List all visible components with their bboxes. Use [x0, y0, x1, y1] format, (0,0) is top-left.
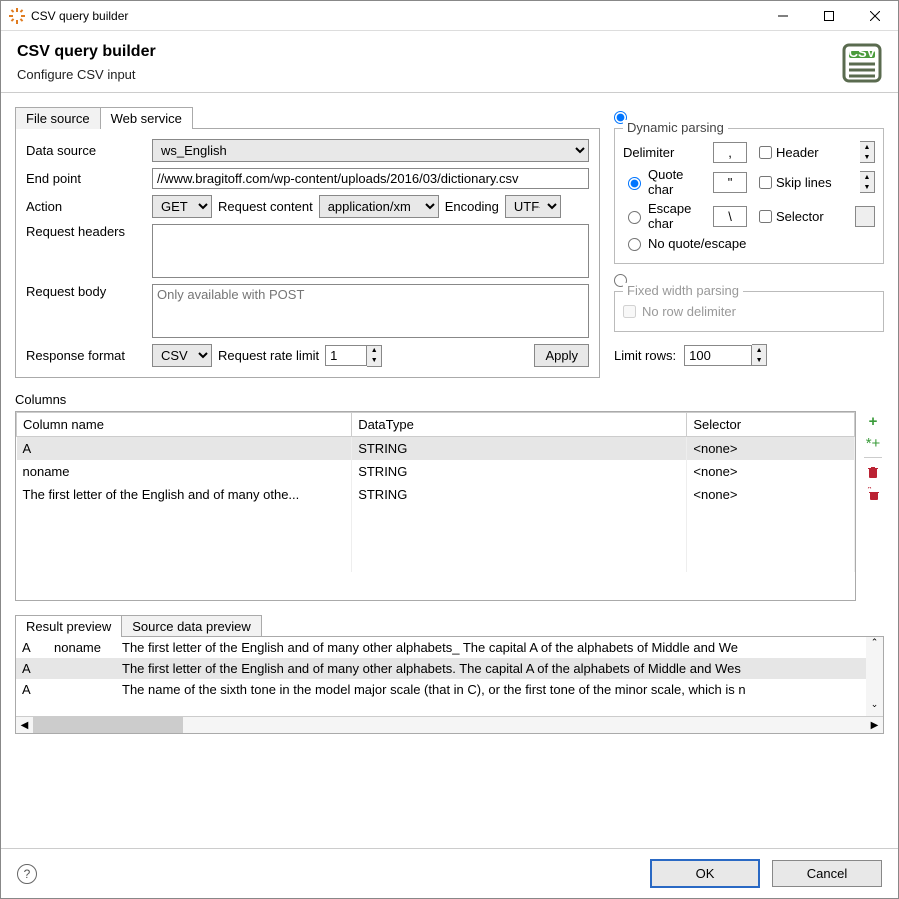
skip-label: Skip lines	[776, 175, 832, 190]
page-title: CSV query builder	[17, 43, 156, 61]
data-source-label: Data source	[26, 143, 146, 158]
request-body-label: Request body	[26, 284, 146, 299]
dynamic-parsing-legend: Dynamic parsing	[623, 120, 728, 135]
request-content-select[interactable]: application/xm	[319, 195, 439, 218]
rate-up-button[interactable]: ▲	[367, 346, 381, 356]
no-quote-label: No quote/escape	[648, 236, 746, 251]
app-icon	[9, 8, 25, 24]
no-row-delim-label: No row delimiter	[642, 304, 736, 319]
quote-label: Quote char	[648, 167, 707, 197]
maximize-button[interactable]	[806, 1, 852, 30]
limit-down[interactable]: ▼	[752, 355, 766, 365]
col-header-type[interactable]: DataType	[352, 413, 687, 437]
selector-input	[855, 206, 875, 227]
quote-radio[interactable]	[628, 177, 641, 190]
request-body-textarea	[152, 284, 589, 338]
selector-label: Selector	[776, 209, 824, 224]
table-row: ASTRING<none>	[17, 437, 855, 461]
tab-web-service[interactable]: Web service	[100, 107, 193, 129]
col-header-name[interactable]: Column name	[17, 413, 352, 437]
action-select[interactable]: GET	[152, 195, 212, 218]
delimiter-label: Delimiter	[623, 145, 707, 160]
skip-checkbox[interactable]	[759, 176, 772, 189]
table-row: AThe name of the sixth tone in the model…	[16, 679, 883, 700]
encoding-select[interactable]: UTF-	[505, 195, 561, 218]
apply-button[interactable]: Apply	[534, 344, 589, 367]
no-quote-radio[interactable]	[628, 238, 641, 251]
header-checkbox[interactable]	[759, 146, 772, 159]
preview-table[interactable]: AnonameThe first letter of the English a…	[16, 637, 883, 700]
header-label: Header	[776, 145, 819, 160]
response-format-select[interactable]: CSV	[152, 344, 212, 367]
limit-rows-label: Limit rows:	[614, 348, 676, 363]
request-rate-label: Request rate limit	[218, 348, 319, 363]
table-row: The first letter of the English and of m…	[17, 483, 855, 506]
data-source-select[interactable]: ws_English	[152, 139, 589, 162]
response-format-label: Response format	[26, 348, 146, 363]
delimiter-input[interactable]	[713, 142, 747, 163]
vertical-scrollbar[interactable]: ⌃ ⌄	[866, 637, 883, 716]
rate-down-button[interactable]: ▼	[367, 356, 381, 366]
table-row: AnonameThe first letter of the English a…	[16, 637, 883, 658]
skip-down[interactable]: ▼	[860, 182, 874, 192]
help-button[interactable]: ?	[17, 864, 37, 884]
csv-icon: CSV	[840, 41, 884, 88]
limit-up[interactable]: ▲	[752, 345, 766, 355]
add-star-column-button[interactable]: *+	[863, 433, 883, 453]
skip-up[interactable]: ▲	[860, 172, 874, 182]
cancel-button[interactable]: Cancel	[772, 860, 882, 887]
request-content-label: Request content	[218, 199, 313, 214]
minimize-button[interactable]	[760, 1, 806, 30]
encoding-label: Encoding	[445, 199, 499, 214]
escape-label: Escape char	[648, 201, 707, 231]
header-up[interactable]: ▲	[860, 142, 874, 152]
fixed-parsing-legend: Fixed width parsing	[623, 283, 743, 298]
tab-result-preview[interactable]: Result preview	[15, 615, 122, 637]
table-row: AThe first letter of the English and of …	[16, 658, 883, 679]
escape-input[interactable]	[713, 206, 747, 227]
header-down[interactable]: ▼	[860, 152, 874, 162]
page-subtitle: Configure CSV input	[17, 67, 156, 82]
delete-star-column-button[interactable]: *	[863, 484, 883, 504]
col-header-selector[interactable]: Selector	[687, 413, 855, 437]
columns-table[interactable]: Column name DataType Selector ASTRING<no…	[15, 411, 856, 601]
svg-text:CSV: CSV	[849, 45, 876, 60]
no-row-delim-checkbox	[623, 305, 636, 318]
escape-radio[interactable]	[628, 211, 641, 224]
end-point-input[interactable]	[152, 168, 589, 189]
tab-source-preview[interactable]: Source data preview	[121, 615, 262, 637]
quote-input[interactable]	[713, 172, 747, 193]
close-button[interactable]	[852, 1, 898, 30]
request-headers-textarea[interactable]	[152, 224, 589, 278]
tab-file-source[interactable]: File source	[15, 107, 101, 129]
columns-label: Columns	[15, 392, 884, 407]
table-row: nonameSTRING<none>	[17, 460, 855, 483]
window-title: CSV query builder	[31, 9, 760, 23]
end-point-label: End point	[26, 171, 146, 186]
delete-column-button[interactable]	[863, 462, 883, 482]
limit-rows-input[interactable]	[684, 345, 752, 366]
action-label: Action	[26, 199, 146, 214]
table-row	[17, 550, 855, 572]
add-column-button[interactable]: +	[863, 411, 883, 431]
table-row	[17, 528, 855, 550]
selector-checkbox[interactable]	[759, 210, 772, 223]
ok-button[interactable]: OK	[650, 859, 760, 888]
horizontal-scrollbar[interactable]: ◀ ▶	[16, 716, 883, 733]
table-row	[17, 506, 855, 528]
request-rate-input[interactable]	[325, 345, 367, 366]
request-headers-label: Request headers	[26, 224, 146, 239]
